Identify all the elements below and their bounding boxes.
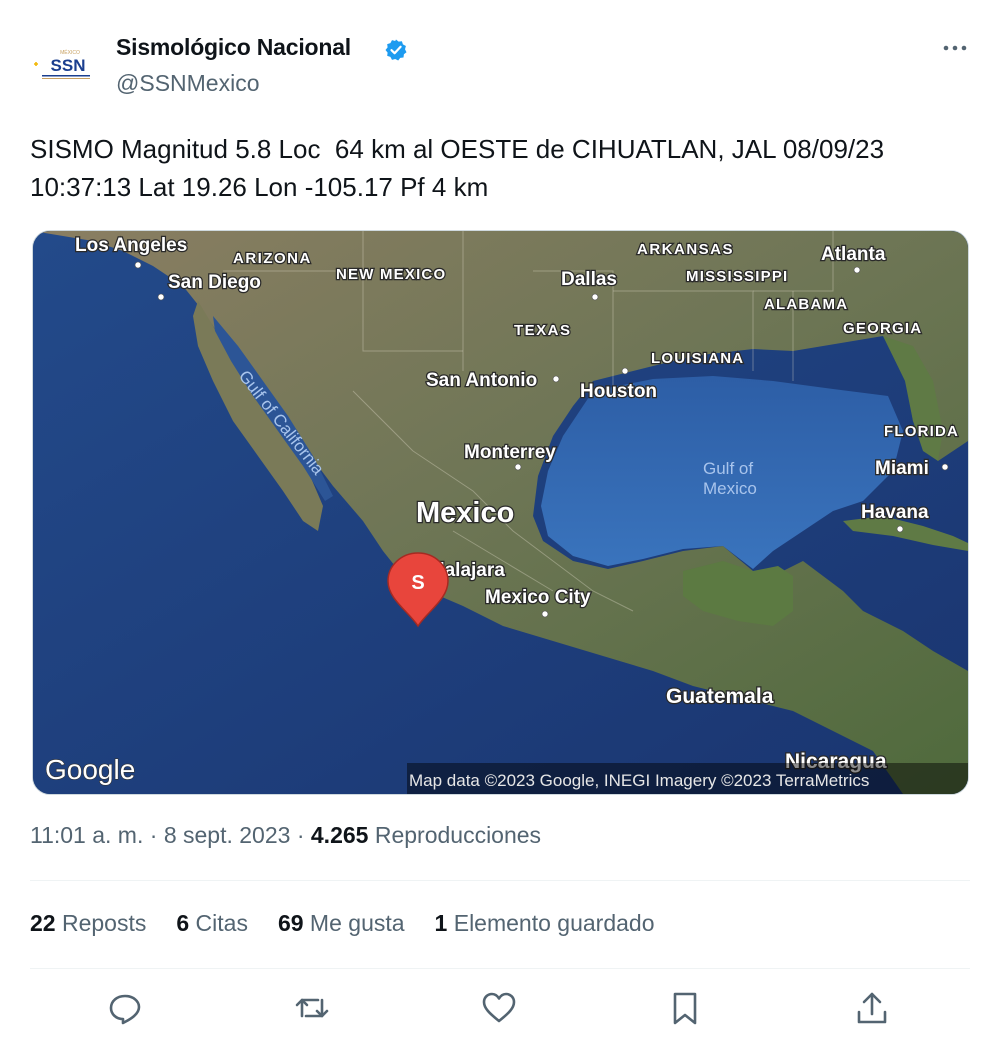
stat-label: Elemento guardado bbox=[447, 910, 655, 936]
divider bbox=[30, 968, 970, 969]
share-icon[interactable] bbox=[852, 988, 892, 1028]
map-label-gulf-of-mexico-2: Mexico bbox=[703, 479, 757, 498]
stat-likes[interactable]: 69 Me gusta bbox=[278, 910, 405, 937]
map-label-alabama: ALABAMA bbox=[764, 296, 848, 313]
map-label-gulf-of-mexico-1: Gulf of bbox=[703, 459, 753, 478]
avatar[interactable]: MÉXICO SSN bbox=[30, 34, 94, 98]
map-label-mexico-city: Mexico City bbox=[485, 587, 591, 608]
repost-icon[interactable] bbox=[292, 988, 332, 1028]
views-count: 4.265 bbox=[310, 822, 369, 848]
marker-label: S bbox=[411, 572, 424, 594]
tweet-line-1: SISMO Magnitud 5.8 Loc 64 km al OESTE de… bbox=[30, 134, 885, 164]
map-label-mexico: Mexico bbox=[416, 497, 514, 529]
map-label-houston: Houston bbox=[580, 381, 657, 402]
stat-count: 69 bbox=[277, 910, 304, 936]
tweet-time[interactable]: 11:01 a. m. bbox=[30, 822, 143, 848]
stat-reposts[interactable]: 22 Reposts bbox=[30, 910, 146, 937]
map-label-mississippi: MISSISSIPPI bbox=[686, 268, 788, 285]
stat-quotes[interactable]: 6 Citas bbox=[176, 910, 248, 937]
google-logo: Google bbox=[45, 754, 135, 785]
engagement-stats: 22 Reposts 6 Citas 69 Me gusta 1 Elemento g… bbox=[30, 910, 685, 937]
map-label-dallas: Dallas bbox=[561, 269, 617, 290]
stat-count: 1 bbox=[434, 910, 448, 936]
map-label-new-mexico: NEW MEXICO bbox=[336, 266, 446, 283]
meta-separator: · bbox=[143, 822, 164, 848]
map-label-atlanta: Atlanta bbox=[821, 244, 886, 265]
handle[interactable]: @SSNMexico bbox=[116, 70, 260, 97]
map-label-havana: Havana bbox=[861, 502, 929, 523]
map-label-guatemala: Guatemala bbox=[666, 685, 774, 708]
reply-icon[interactable] bbox=[105, 988, 145, 1028]
stat-bookmarks[interactable]: 1 Elemento guardado bbox=[435, 910, 655, 937]
stat-label: Me gusta bbox=[303, 910, 405, 936]
stat-count: 6 bbox=[176, 910, 190, 936]
display-name[interactable]: Sismológico Nacional bbox=[116, 34, 351, 61]
bookmark-icon[interactable] bbox=[665, 988, 705, 1028]
divider bbox=[30, 880, 970, 881]
stat-count: 22 bbox=[30, 910, 56, 936]
tweet-line-2: 10:37:13 Lat 19.26 Lon -105.17 Pf 4 km bbox=[30, 172, 489, 202]
avatar-subtext: MÉXICO bbox=[60, 49, 80, 56]
ssn-logo: MÉXICO SSN bbox=[30, 34, 94, 98]
avatar-text: SSN bbox=[51, 56, 86, 75]
map-label-georgia: GEORGIA bbox=[843, 320, 922, 337]
map-image[interactable]: Los Angeles ARIZONA ARKANSAS Atlanta San… bbox=[32, 230, 969, 795]
stat-label: Citas bbox=[189, 910, 248, 936]
map-label-arizona: ARIZONA bbox=[233, 250, 312, 267]
tweet-meta: 11:01 a. m. · 8 sept. 2023 · 4.265 Repro… bbox=[30, 822, 541, 849]
map-label-monterrey: Monterrey bbox=[464, 442, 556, 463]
more-options-icon[interactable] bbox=[940, 36, 970, 60]
verified-badge-icon bbox=[384, 38, 408, 62]
meta-separator: · bbox=[290, 822, 311, 848]
map-label-los-angeles: Los Angeles bbox=[75, 235, 187, 256]
map-label-miami: Miami bbox=[875, 458, 929, 479]
map-label-san-antonio: San Antonio bbox=[426, 370, 537, 391]
views-label: Reproducciones bbox=[368, 822, 542, 848]
map-attribution: Map data ©2023 Google, INEGI Imagery ©20… bbox=[409, 771, 869, 790]
map-label-florida: FLORIDA bbox=[884, 423, 959, 440]
tweet-date[interactable]: 8 sept. 2023 bbox=[164, 822, 291, 848]
tweet-text: SISMO Magnitud 5.8 Loc 64 km al OESTE de… bbox=[30, 130, 980, 206]
map-label-texas: TEXAS bbox=[514, 322, 572, 339]
stat-label: Reposts bbox=[55, 910, 147, 936]
map-label-arkansas: ARKANSAS bbox=[637, 241, 734, 258]
map-label-san-diego: San Diego bbox=[168, 272, 261, 293]
map-label-louisiana: LOUISIANA bbox=[651, 350, 744, 367]
like-icon[interactable] bbox=[479, 988, 519, 1028]
